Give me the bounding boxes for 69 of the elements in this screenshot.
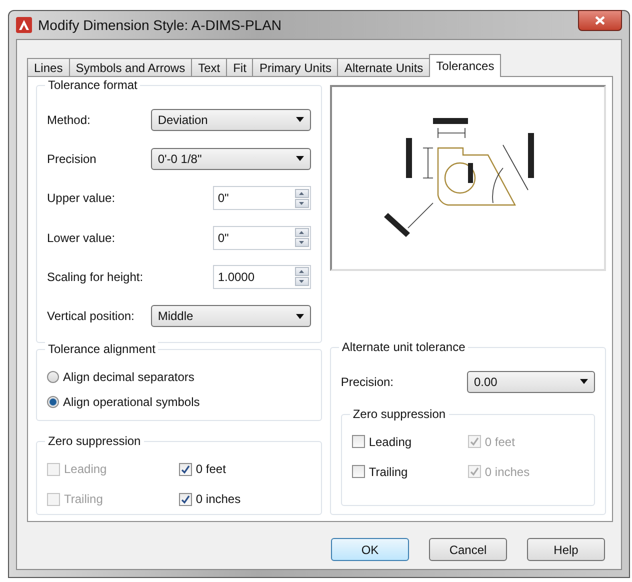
- down-arrow-icon: [299, 280, 304, 284]
- dropdown[interactable]: Deviation: [150, 108, 311, 131]
- field-label: Vertical position:: [47, 309, 134, 324]
- tab[interactable]: Fit: [226, 58, 254, 77]
- caret-icon: [296, 156, 304, 162]
- radio-label: Align decimal separators: [63, 370, 194, 384]
- dialog-button[interactable]: Cancel: [429, 538, 507, 561]
- checkmark-icon: [470, 437, 479, 446]
- close-icon: [595, 16, 605, 24]
- checkbox[interactable]: [352, 435, 365, 448]
- checkbox-label: Trailing: [64, 492, 103, 506]
- field-label: Precision:: [340, 374, 394, 389]
- tab[interactable]: Text: [191, 58, 228, 77]
- checkbox-label: Leading: [64, 462, 107, 476]
- spinner-field[interactable]: 0": [212, 226, 311, 250]
- tab[interactable]: Symbols and Arrows: [68, 58, 192, 77]
- radio-button[interactable]: [47, 396, 59, 408]
- checkbox[interactable]: [352, 465, 365, 478]
- spin-up-button[interactable]: [294, 228, 309, 238]
- spinner-field[interactable]: 1.0000: [212, 264, 311, 289]
- checkmark-icon: [180, 464, 190, 474]
- caret-icon: [296, 117, 304, 122]
- tab[interactable]: Primary Units: [252, 58, 338, 77]
- field-label: Scaling for height:: [47, 270, 144, 284]
- checkbox-label: Leading: [368, 434, 412, 449]
- group-title: Tolerance alignment: [45, 342, 158, 356]
- field-label: Upper value:: [47, 191, 116, 206]
- caret-icon: [296, 314, 304, 319]
- checkbox-label: Trailing: [368, 464, 408, 479]
- up-arrow-icon: [299, 231, 304, 234]
- field-label: Lower value:: [47, 230, 116, 245]
- down-arrow-icon: [299, 241, 304, 244]
- tab[interactable]: Alternate Units: [337, 58, 430, 77]
- checkbox-label: 0 feet: [484, 434, 515, 449]
- spinner-field[interactable]: 0": [212, 186, 311, 210]
- spin-up-button[interactable]: [294, 267, 309, 276]
- group-title: Zero suppression: [350, 406, 449, 421]
- up-arrow-icon: [299, 192, 304, 195]
- up-arrow-icon: [299, 270, 304, 274]
- dropdown[interactable]: 0'-0 1/8": [150, 148, 311, 170]
- dropdown[interactable]: 0.00: [467, 370, 595, 393]
- dropdown[interactable]: Middle: [150, 305, 311, 328]
- down-arrow-icon: [299, 202, 304, 205]
- spin-down-button[interactable]: [294, 238, 309, 248]
- radio-button[interactable]: [47, 370, 59, 382]
- spin-down-button[interactable]: [294, 277, 309, 286]
- checkbox-label: 0 feet: [196, 462, 226, 476]
- field-label: Method:: [47, 112, 90, 127]
- caret-icon: [580, 379, 588, 384]
- spin-down-button[interactable]: [294, 198, 309, 208]
- tab[interactable]: Lines: [27, 58, 70, 77]
- radio-label: Align operational symbols: [63, 394, 200, 408]
- dialog-button[interactable]: OK: [331, 538, 409, 561]
- checkbox[interactable]: [178, 492, 192, 506]
- app-logo-icon: [16, 17, 32, 33]
- tab[interactable]: Tolerances: [429, 54, 502, 77]
- field-label: Precision: [47, 152, 96, 166]
- checkmark-icon: [180, 494, 190, 504]
- checkmark-icon: [470, 467, 479, 476]
- checkbox[interactable]: [178, 462, 192, 476]
- group-title: Zero suppression: [45, 434, 144, 448]
- window-title: Modify Dimension Style: A-DIMS-PLAN: [38, 17, 283, 33]
- checkbox-label: 0 inches: [484, 464, 530, 479]
- dialog-button[interactable]: Help: [527, 538, 605, 561]
- group-title: Alternate unit tolerance: [338, 340, 468, 354]
- spin-up-button[interactable]: [294, 188, 309, 198]
- checkbox-label: 0 inches: [196, 492, 241, 506]
- group-title: Tolerance format: [45, 78, 140, 92]
- close-button[interactable]: [578, 10, 622, 30]
